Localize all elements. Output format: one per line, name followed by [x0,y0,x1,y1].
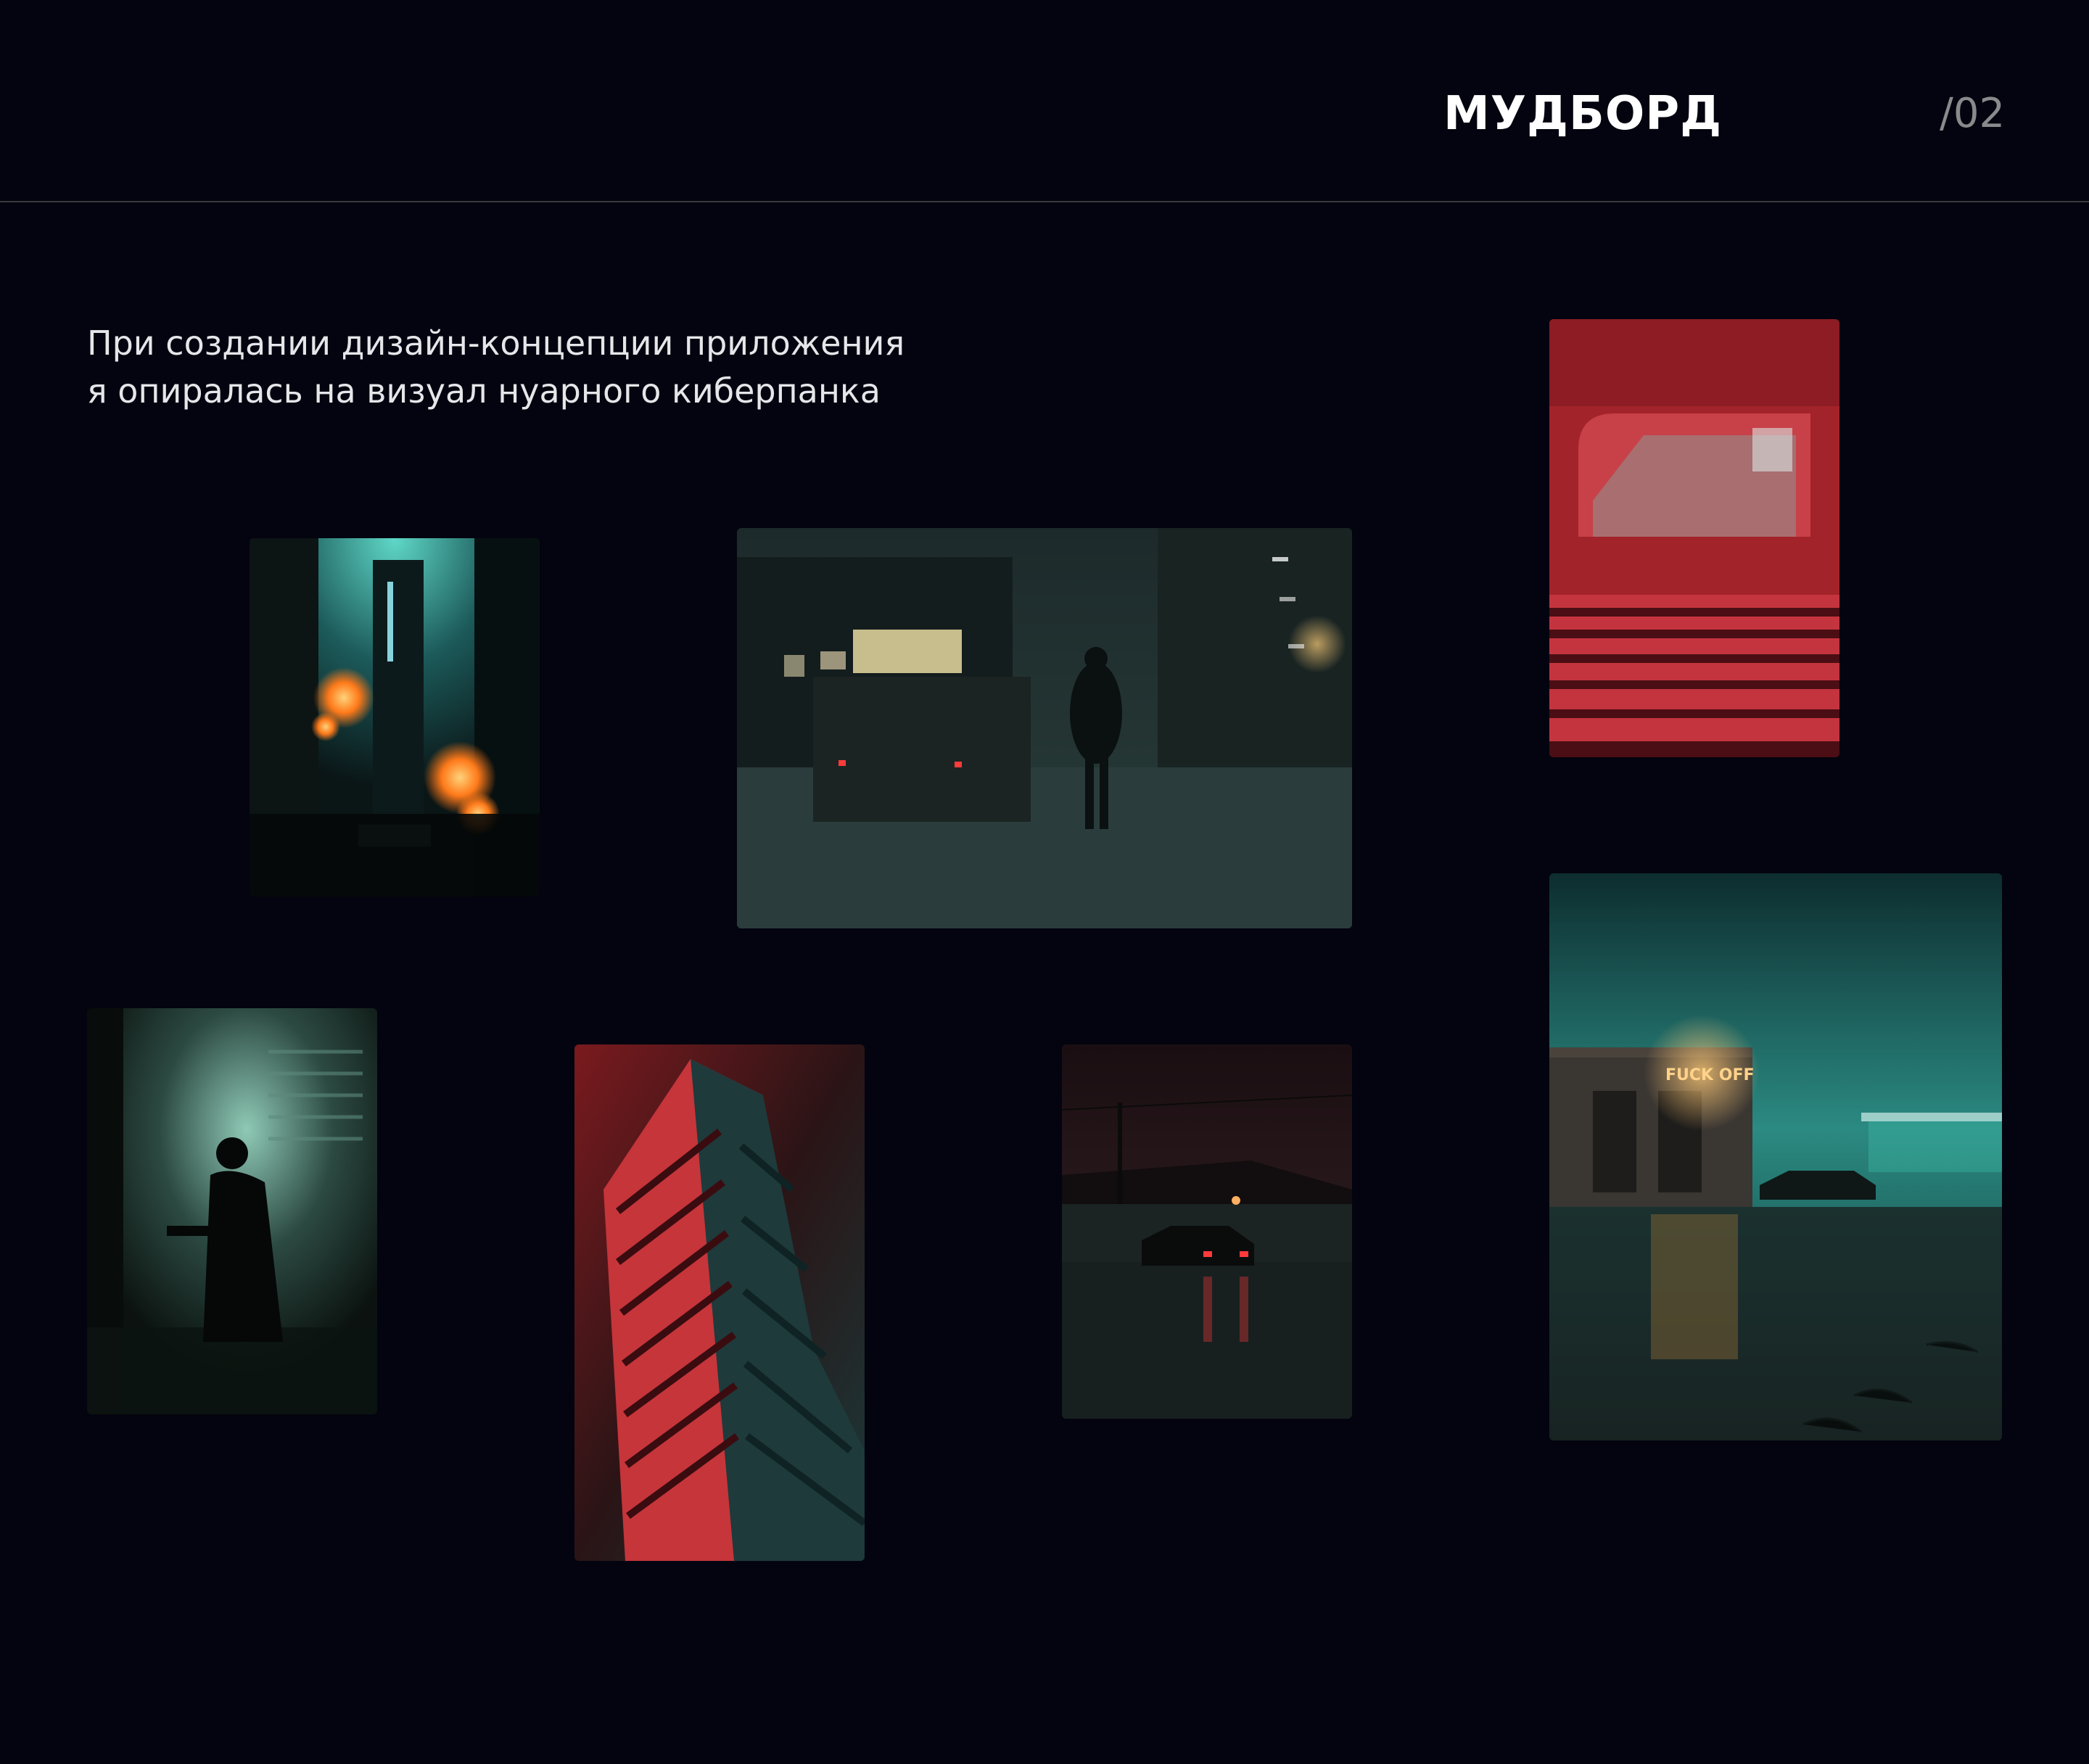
moodboard-photo-neon-sign-rain: FUCK OFF [1549,873,2002,1441]
moodboard-photo-snow-street [737,528,1352,928]
moodboard-photo-night-parking [1062,1044,1352,1419]
intro-text: При создании дизайн-концепции приложения… [87,319,994,415]
moodboard-photo-red-stairs [1549,319,1839,757]
neon-sign-text: FUCK OFF [1665,1066,1755,1084]
intro-line-2: я опиралась на визуал нуарного киберпанк… [87,371,881,411]
header-divider [0,201,2089,202]
moodboard-photo-silhouette-gun [87,1008,377,1414]
intro-line-1: При создании дизайн-концепции приложения [87,323,905,363]
moodboard-photo-red-tower [574,1044,865,1561]
page-title: МУДБОРД [1443,87,1723,141]
moodboard-photo-canyon-fire [250,538,540,897]
page-number: /02 [1940,90,2006,137]
